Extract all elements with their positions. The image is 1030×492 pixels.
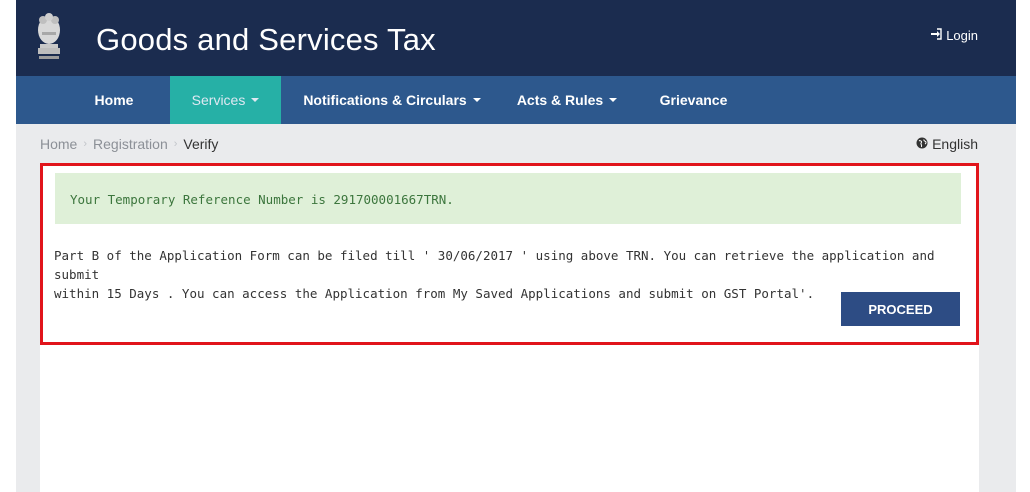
nav-home[interactable]: Home xyxy=(58,76,170,124)
page: Goods and Services Tax Login Home Servic… xyxy=(16,0,1016,492)
message-line: Part B of the Application Form can be fi… xyxy=(54,248,935,282)
chevron-down-icon xyxy=(251,98,260,102)
proceed-button[interactable]: PROCEED xyxy=(841,292,960,326)
nav-notifications-circulars[interactable]: Notifications & Circulars xyxy=(281,76,503,124)
nav-acts-rules[interactable]: Acts & Rules xyxy=(503,76,631,124)
nav-label: Services xyxy=(191,92,246,108)
nav-label: Home xyxy=(94,92,134,108)
national-emblem-icon[interactable] xyxy=(32,8,66,64)
message-line: within 15 Days . You can access the Appl… xyxy=(54,286,815,301)
trn-alert-text: Your Temporary Reference Number is 29170… xyxy=(70,192,454,207)
breadcrumb-home[interactable]: Home xyxy=(40,136,77,152)
application-message: Part B of the Application Form can be fi… xyxy=(54,246,964,303)
globe-icon xyxy=(916,136,928,152)
sign-in-icon xyxy=(930,28,942,43)
breadcrumb-separator: › xyxy=(173,138,178,150)
chevron-down-icon xyxy=(472,98,481,102)
nav-label: Notifications & Circulars xyxy=(303,92,467,108)
breadcrumb-verify: Verify xyxy=(183,136,219,152)
nav-grievance[interactable]: Grievance xyxy=(631,76,756,124)
language-label: English xyxy=(932,136,978,152)
nav-services[interactable]: Services xyxy=(170,76,281,124)
main-content: Your Temporary Reference Number is 29170… xyxy=(40,163,979,492)
trn-alert: Your Temporary Reference Number is 29170… xyxy=(55,173,961,224)
nav-label: Grievance xyxy=(659,92,728,108)
login-link[interactable]: Login xyxy=(930,28,978,43)
breadcrumb: Home › Registration › Verify xyxy=(40,136,218,152)
site-title: Goods and Services Tax xyxy=(96,22,436,57)
nav-label: Acts & Rules xyxy=(516,92,604,108)
language-selector[interactable]: English xyxy=(916,136,978,152)
chevron-down-icon xyxy=(609,98,618,102)
site-header: Goods and Services Tax Login xyxy=(16,0,1016,76)
breadcrumb-registration[interactable]: Registration xyxy=(93,136,168,152)
login-label: Login xyxy=(946,28,978,43)
breadcrumb-separator: › xyxy=(83,138,88,150)
main-nav: Home Services Notifications & Circulars … xyxy=(16,76,1016,124)
